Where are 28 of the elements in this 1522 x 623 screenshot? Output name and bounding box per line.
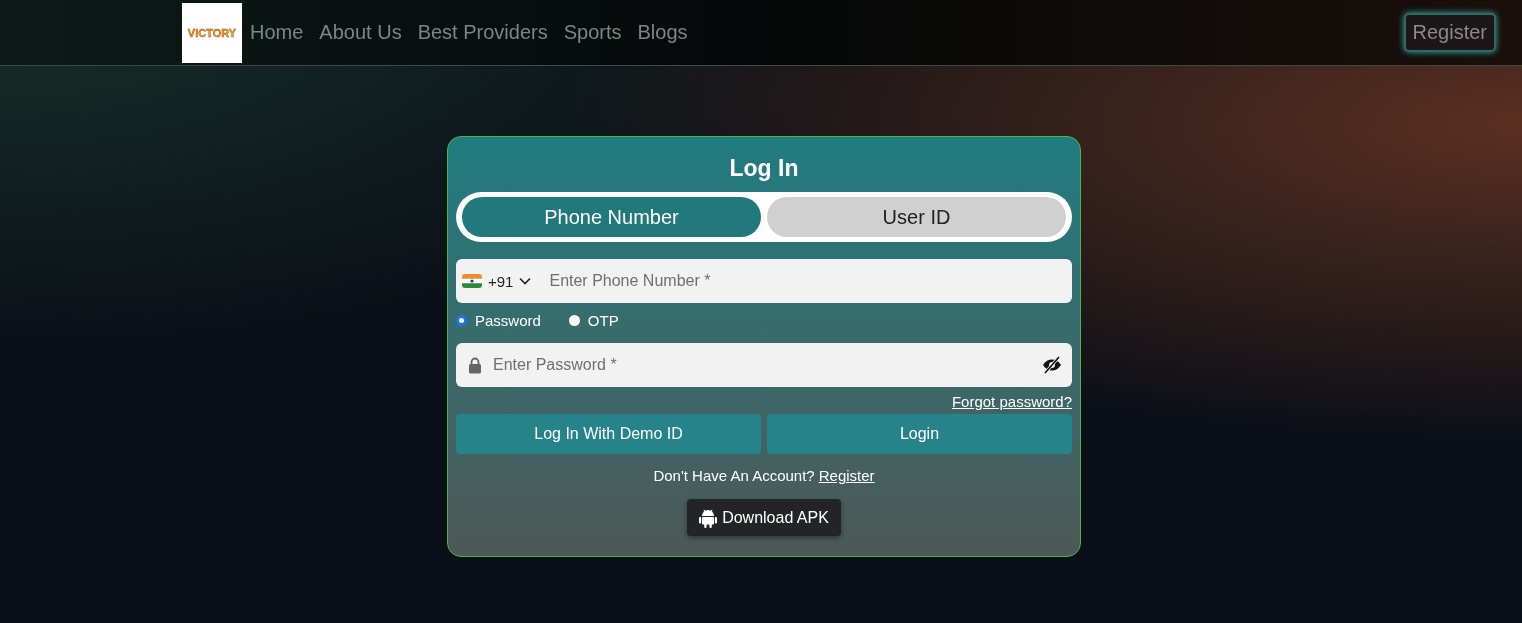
eye-slash-icon[interactable] <box>1042 356 1062 374</box>
country-code-select[interactable]: +91 <box>462 272 532 290</box>
password-input[interactable]: Enter Password * <box>493 356 1031 374</box>
caret-icon <box>519 277 532 285</box>
nav-link[interactable]: Blogs <box>637 21 688 44</box>
register-button[interactable]: Register <box>1403 13 1496 52</box>
login-type-tab[interactable]: User ID <box>767 197 1066 237</box>
phone-field[interactable]: +91 Enter Phone Number * <box>456 259 1072 303</box>
signup-prompt: Don't Have An Account? <box>653 467 815 484</box>
nav-link[interactable]: Sports <box>563 21 622 44</box>
login-method-radio[interactable]: OTP <box>568 312 619 329</box>
password-field[interactable]: Enter Password * <box>456 343 1072 387</box>
phone-input[interactable]: Enter Phone Number * <box>549 272 1064 290</box>
flag-icon <box>462 274 482 288</box>
login-title: Log In <box>728 154 800 182</box>
nav-link[interactable]: About Us <box>319 21 402 44</box>
login-type-tab[interactable]: Phone Number <box>462 197 761 237</box>
download-apk-button[interactable]: Download APK <box>687 499 841 536</box>
android-icon <box>699 507 718 528</box>
login-action-button[interactable]: Log In With Demo ID <box>456 414 761 454</box>
nav-link[interactable]: Best Providers <box>417 21 548 44</box>
nav-link[interactable]: Home <box>250 21 304 44</box>
logo[interactable]: VICTORY <box>182 2 242 63</box>
login-action-button[interactable]: Login <box>767 414 1072 454</box>
forgot-password-link[interactable]: Forgot password? <box>951 393 1072 410</box>
lock-icon <box>468 356 482 374</box>
register-link[interactable]: Register <box>818 467 875 484</box>
login-method-radio[interactable]: Password <box>456 312 541 329</box>
